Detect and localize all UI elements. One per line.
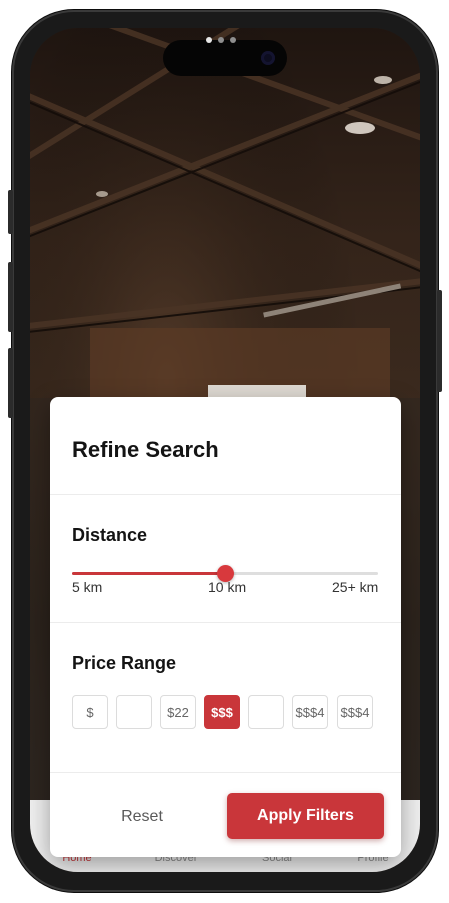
price-option[interactable]: $$$4 <box>337 695 373 729</box>
price-range-heading: Price Range <box>72 653 177 673</box>
refine-search-sheet: Refine Search Distance 5 km 10 km 25+ km… <box>50 397 401 857</box>
distance-mid-label: 10 km <box>208 579 247 595</box>
page-dot <box>218 37 224 43</box>
divider <box>50 772 401 773</box>
price-option-selected[interactable]: $$$ <box>204 695 240 729</box>
apply-filters-button[interactable]: Apply Filters <box>227 793 384 839</box>
volume-up-button <box>8 262 13 332</box>
sheet-title: Refine Search <box>72 437 219 462</box>
distance-min-label: 5 km <box>72 579 103 595</box>
volume-down-button <box>8 348 13 418</box>
price-option[interactable]: $$$4 <box>292 695 328 729</box>
power-button <box>437 290 442 392</box>
front-camera-icon <box>261 51 275 65</box>
phone-screen: Home Discover Social Profile Refine Sear… <box>30 28 420 872</box>
reset-button[interactable]: Reset <box>72 795 212 839</box>
price-option[interactable] <box>116 695 152 729</box>
price-option[interactable] <box>248 695 284 729</box>
slider-fill <box>72 572 225 575</box>
divider <box>50 622 401 623</box>
price-option[interactable]: $22 <box>160 695 196 729</box>
distance-heading: Distance <box>72 525 148 545</box>
dynamic-island <box>163 40 287 76</box>
divider <box>50 494 401 495</box>
page-dot <box>206 37 212 43</box>
page-dot <box>230 37 236 43</box>
page-indicator-dots-icon <box>206 37 236 43</box>
action-button <box>8 190 13 234</box>
price-option[interactable]: $ <box>72 695 108 729</box>
distance-max-label: 25+ km <box>332 579 379 595</box>
